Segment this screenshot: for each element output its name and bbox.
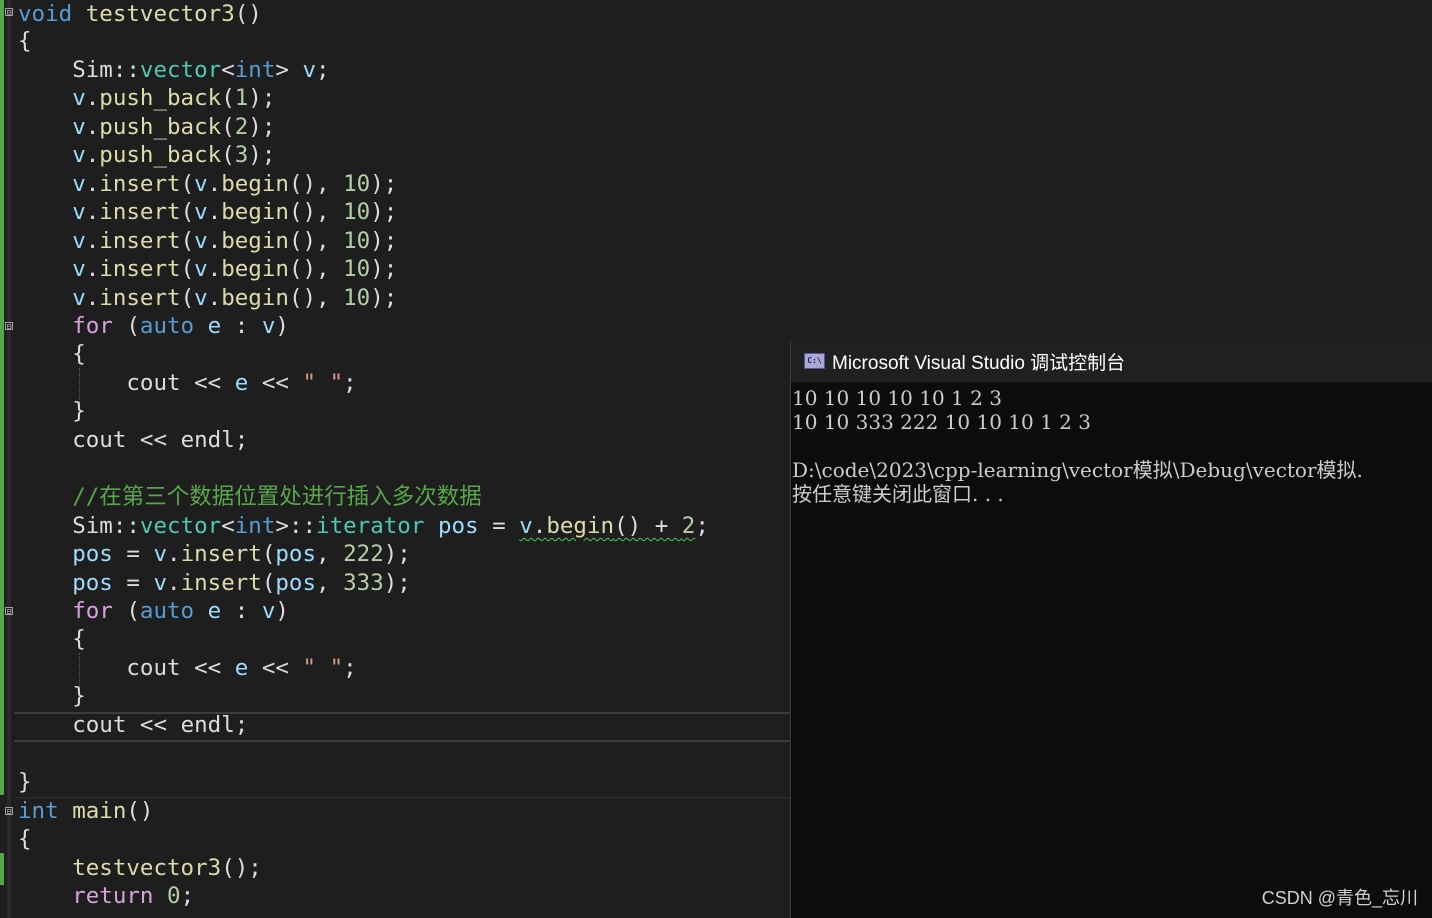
console-title: Microsoft Visual Studio 调试控制台 bbox=[832, 352, 1126, 374]
change-marker bbox=[0, 853, 4, 885]
code-line[interactable]: v.push_back(3); bbox=[18, 141, 275, 169]
code-line[interactable]: v.push_back(1); bbox=[18, 84, 275, 112]
code-line[interactable]: { bbox=[18, 340, 86, 368]
watermark: CSDN @青色_忘川 bbox=[1261, 888, 1418, 908]
code-line[interactable]: pos = v.insert(pos, 333); bbox=[18, 569, 411, 597]
code-line[interactable]: cout << endl; bbox=[18, 426, 248, 454]
code-line[interactable]: pos = v.insert(pos, 222); bbox=[18, 540, 411, 568]
collapse-icon[interactable]: ⊟ bbox=[5, 607, 13, 616]
console-output-line: D:\code\2023\cpp-learning\vector模拟\Debug… bbox=[792, 458, 1363, 482]
collapse-icon[interactable]: ⊟ bbox=[5, 807, 13, 816]
code-line[interactable]: v.insert(v.begin(), 10); bbox=[18, 198, 397, 226]
code-line[interactable]: cout << endl; bbox=[18, 711, 248, 739]
code-line[interactable]: Sim::vector<int> v; bbox=[18, 56, 329, 84]
collapse-icon[interactable]: ⊟ bbox=[5, 8, 13, 17]
code-line[interactable]: v.push_back(2); bbox=[18, 113, 275, 141]
code-line[interactable]: { bbox=[18, 27, 32, 55]
console-output-line: 按任意键关闭此窗口. . . bbox=[792, 482, 1004, 506]
collapse-icon[interactable]: ⊟ bbox=[5, 322, 13, 331]
code-line[interactable]: { bbox=[18, 625, 86, 653]
code-line[interactable]: cout << e << " "; bbox=[18, 654, 356, 682]
code-line[interactable]: v.insert(v.begin(), 10); bbox=[18, 170, 397, 198]
code-line[interactable]: Sim::vector<int>::iterator pos = v.begin… bbox=[18, 512, 709, 540]
debug-console-window[interactable]: C:\ Microsoft Visual Studio 调试控制台 10 10 … bbox=[790, 340, 1432, 918]
code-line[interactable]: v.insert(v.begin(), 10); bbox=[18, 227, 397, 255]
console-titlebar[interactable]: C:\ Microsoft Visual Studio 调试控制台 bbox=[791, 340, 1432, 382]
code-line[interactable]: v.insert(v.begin(), 10); bbox=[18, 255, 397, 283]
code-line[interactable]: } bbox=[18, 682, 86, 710]
warning-squiggle[interactable]: v.begin() + 2 bbox=[519, 513, 695, 539]
code-line[interactable]: cout << e << " "; bbox=[18, 369, 356, 397]
editor-gutter bbox=[7, 0, 11, 918]
code-line[interactable]: } bbox=[18, 397, 86, 425]
console-app-icon: C:\ bbox=[804, 353, 825, 369]
console-output-line: 10 10 10 10 10 1 2 3 bbox=[792, 386, 1002, 410]
code-line[interactable]: v.insert(v.begin(), 10); bbox=[18, 284, 397, 312]
code-line[interactable]: } bbox=[18, 768, 32, 796]
code-line[interactable]: for (auto e : v) bbox=[18, 597, 289, 625]
code-comment[interactable]: //在第三个数据位置处进行插入多次数据 bbox=[18, 483, 482, 511]
code-line[interactable]: void testvector3() bbox=[18, 0, 262, 28]
code-line[interactable]: for (auto e : v) bbox=[18, 312, 289, 340]
console-output-line: 10 10 333 222 10 10 10 1 2 3 bbox=[792, 410, 1091, 434]
change-marker bbox=[0, 0, 4, 795]
code-line[interactable]: { bbox=[18, 825, 32, 853]
code-line[interactable]: int main() bbox=[18, 797, 153, 825]
code-line[interactable]: return 0; bbox=[18, 882, 194, 910]
code-line[interactable]: testvector3(); bbox=[18, 854, 262, 882]
